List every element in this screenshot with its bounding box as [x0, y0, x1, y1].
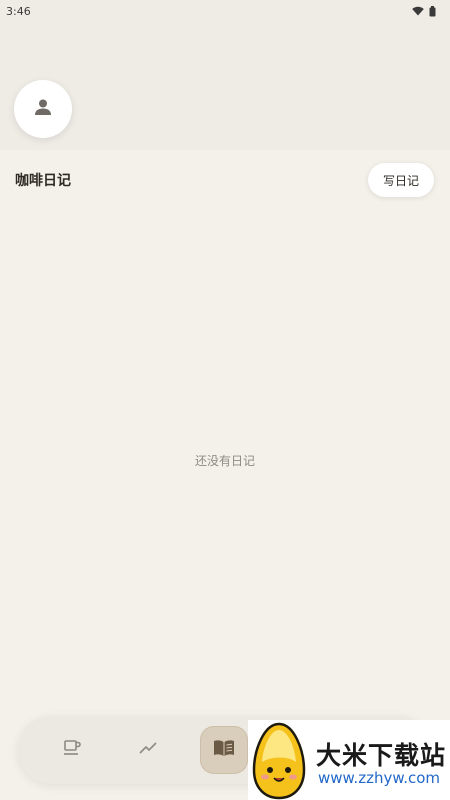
open-book-icon — [212, 738, 236, 762]
status-bar: 3:46 — [0, 0, 450, 22]
mascot-logo-icon — [248, 720, 310, 800]
trend-line-icon — [137, 737, 159, 763]
page-title: 咖啡日记 — [15, 173, 71, 189]
title-row: 咖啡日记 写日记 — [0, 162, 450, 198]
avatar-button[interactable] — [14, 80, 72, 138]
nav-item-diary[interactable] — [200, 726, 248, 774]
wifi-icon — [412, 6, 424, 16]
empty-state-message: 还没有日记 — [194, 454, 255, 468]
battery-icon — [429, 5, 436, 17]
person-icon — [33, 97, 53, 121]
status-icons — [412, 5, 436, 17]
write-diary-button[interactable]: 写日记 — [367, 163, 434, 197]
coffee-cup-icon — [61, 737, 83, 763]
status-time: 3:46 — [6, 4, 31, 18]
watermark-url: www.zzhyw.com — [318, 769, 441, 787]
watermark-title: 大米下载站 — [316, 741, 447, 770]
header-band — [0, 0, 450, 150]
nav-item-trends[interactable] — [124, 726, 172, 774]
app-screen: 3:46 咖啡日记 写日记 还没有日记 大米下载站 www.zzhyw.com — [0, 0, 450, 800]
nav-item-coffee[interactable] — [48, 726, 96, 774]
